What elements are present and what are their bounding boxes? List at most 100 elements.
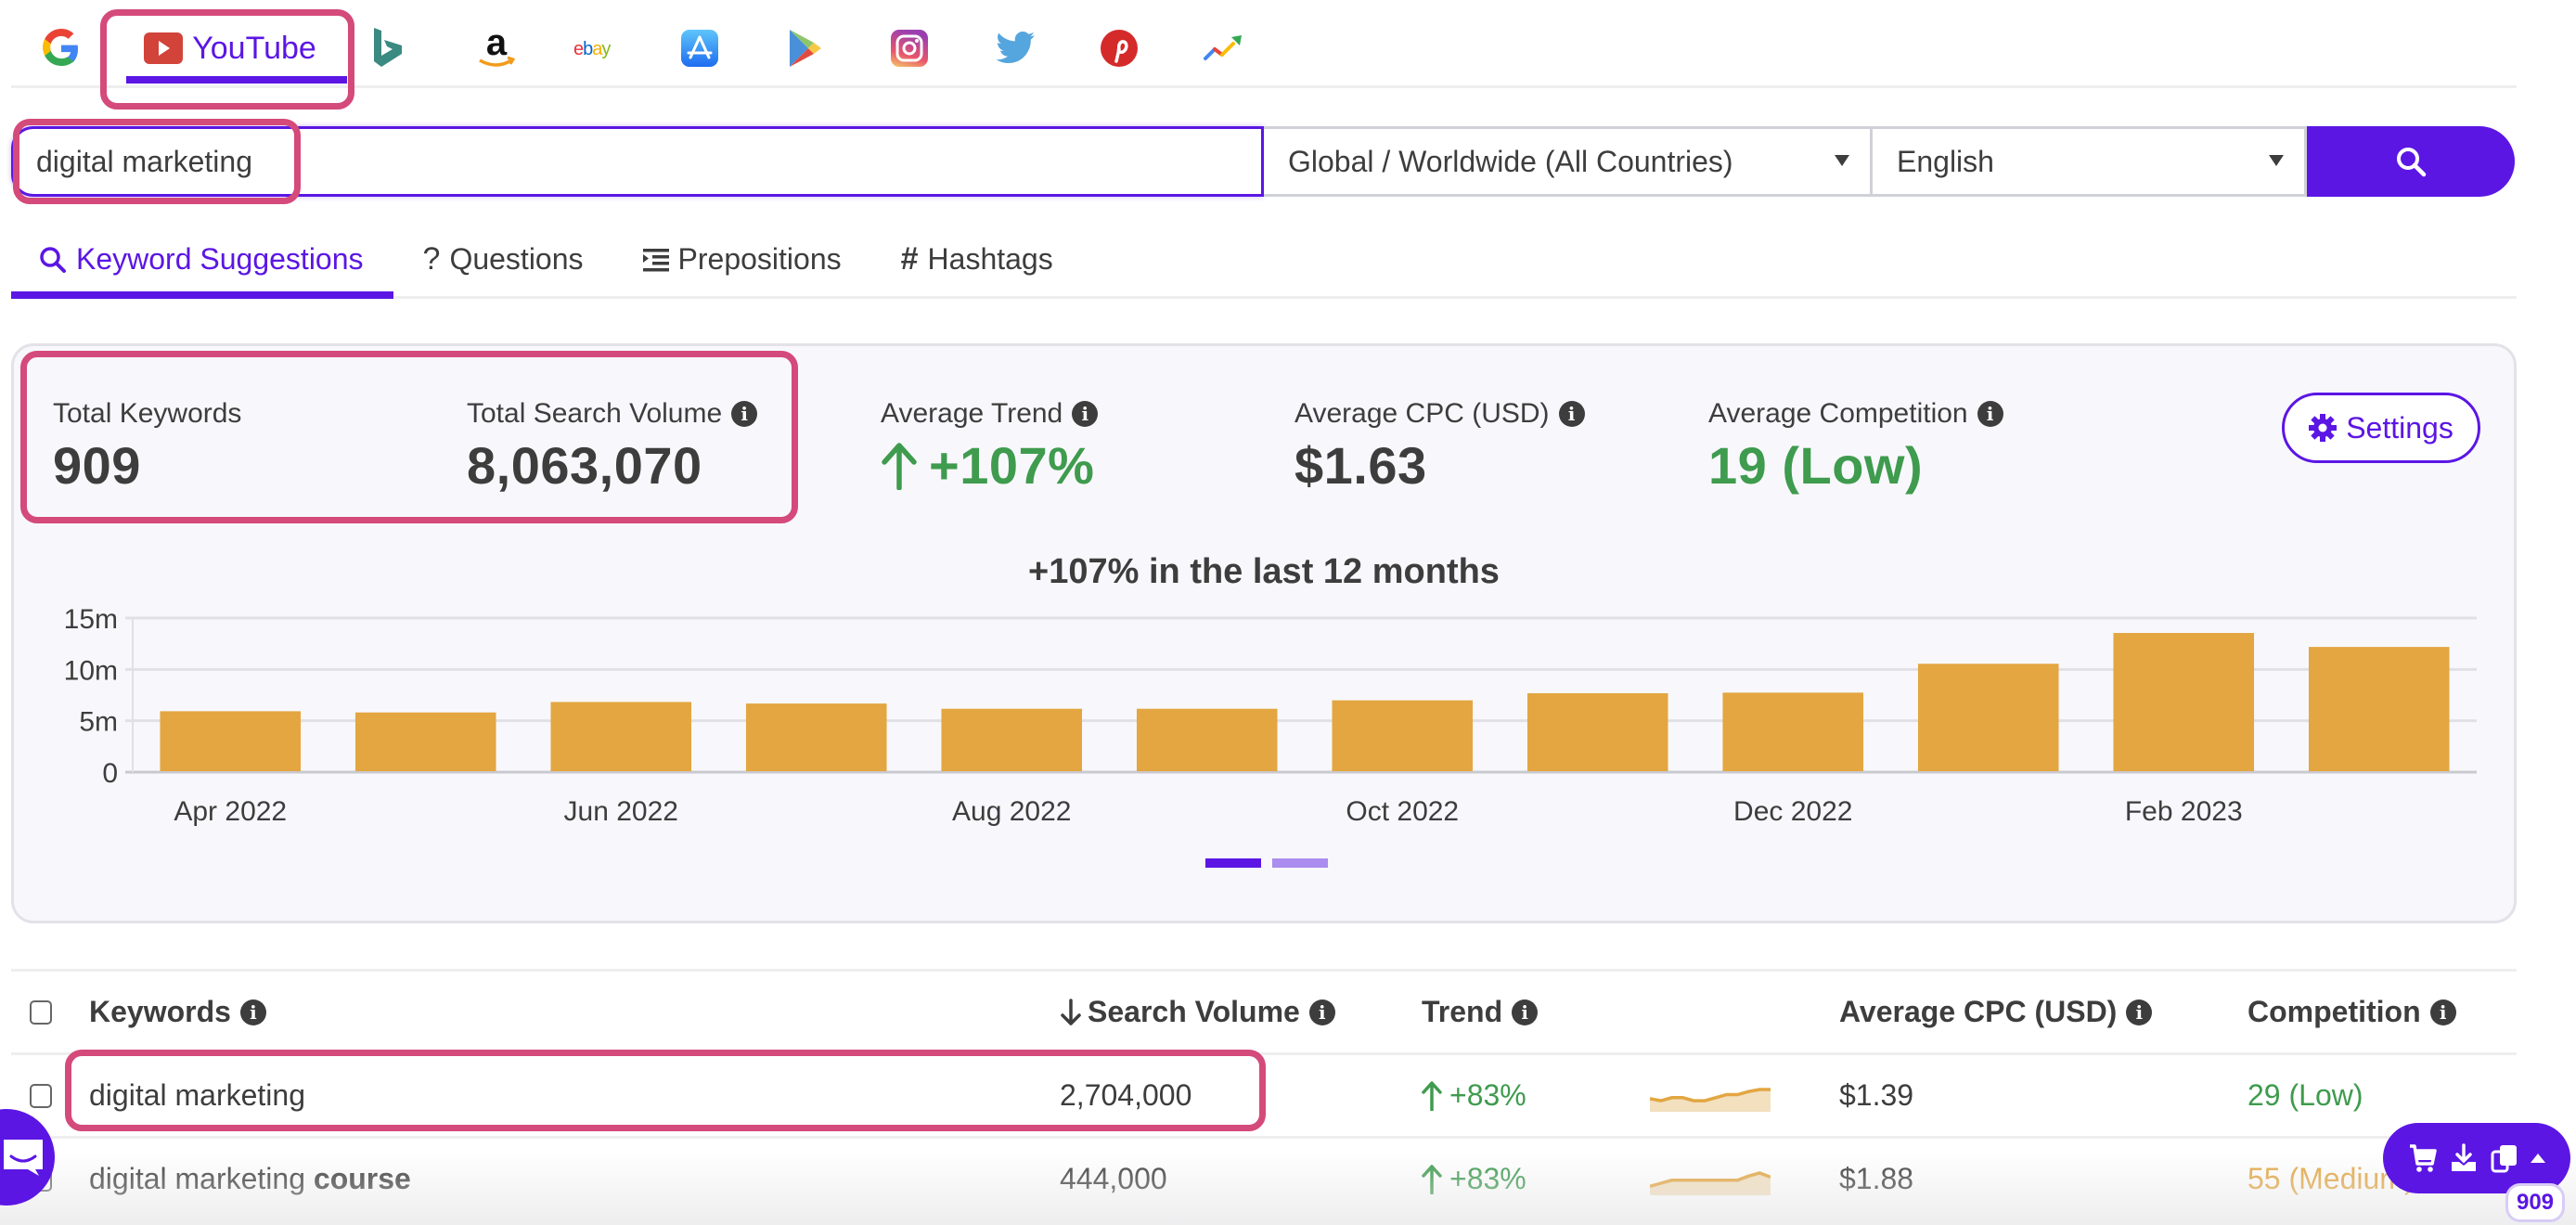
chart-pagination xyxy=(1205,858,1328,868)
amazon-icon: a xyxy=(479,25,516,67)
source-pinterest[interactable] xyxy=(1091,20,1147,76)
bar xyxy=(1722,692,1864,771)
info-icon[interactable]: i xyxy=(1308,999,1335,1025)
source-google[interactable] xyxy=(33,20,89,76)
chart-page-dot-1[interactable] xyxy=(1205,858,1261,868)
download-icon xyxy=(2452,1143,2477,1171)
y-tick-label: 10m xyxy=(64,655,118,686)
volume-cell: 444,000 xyxy=(1060,1162,1167,1195)
tab-prepositions[interactable]: Prepositions xyxy=(613,223,871,296)
chart-page-dot-2[interactable] xyxy=(1272,858,1328,868)
source-google-trends[interactable] xyxy=(1195,20,1251,76)
header-keywords[interactable]: Keywords i xyxy=(89,995,266,1029)
bar xyxy=(550,702,692,771)
source-instagram[interactable] xyxy=(882,20,937,76)
x-tick-label: Jun 2022 xyxy=(564,796,678,827)
y-tick-label: 5m xyxy=(79,707,118,738)
keywords-table: Keywords i Search Volume i Trend i Average … xyxy=(11,969,2517,1219)
keyword-text: digital marketing xyxy=(89,1162,305,1195)
svg-text:a: a xyxy=(486,25,508,63)
hashtag-icon: # xyxy=(900,241,919,277)
x-tick-label: Apr 2022 xyxy=(174,796,287,827)
question-icon: ? xyxy=(422,241,441,277)
arrow-up-icon xyxy=(1422,1164,1442,1194)
source-bar: YouTube a ebay xyxy=(11,0,2517,88)
arrow-up-icon xyxy=(1422,1080,1442,1111)
result-tabs: Keyword Suggestions ? Questions Preposit… xyxy=(11,223,2517,299)
row-checkbox[interactable] xyxy=(30,1083,52,1108)
app-store-icon xyxy=(681,30,718,67)
header-label: Keywords xyxy=(89,995,231,1028)
sparkline-cell xyxy=(1650,1164,1771,1195)
header-label: Search Volume xyxy=(1088,995,1300,1028)
search-icon xyxy=(40,246,66,273)
language-select[interactable]: English xyxy=(1873,126,2307,197)
keyword-cell[interactable]: digital marketing course xyxy=(89,1162,411,1196)
table-row[interactable]: digital marketing course 444,000 +83% $1… xyxy=(11,1136,2517,1219)
search-button[interactable] xyxy=(2307,126,2515,197)
tab-keyword-suggestions[interactable]: Keyword Suggestions xyxy=(11,223,393,299)
caret-down-icon xyxy=(1835,155,1849,166)
info-icon[interactable]: i xyxy=(2429,999,2456,1025)
bar xyxy=(745,703,887,771)
pinterest-icon xyxy=(1101,30,1138,67)
keyword-count-badge: 909 xyxy=(2505,1183,2565,1222)
info-icon[interactable]: i xyxy=(239,999,266,1025)
keyword-input[interactable] xyxy=(11,126,1264,197)
stats-card: Total Keywords 909 Total Search Volume i … xyxy=(11,343,2517,923)
info-icon[interactable]: i xyxy=(1512,999,1539,1025)
header-trend[interactable]: Trend i xyxy=(1422,995,1539,1029)
keyword-cell[interactable]: digital marketing xyxy=(89,1078,305,1113)
trend-cell: +83% xyxy=(1422,1162,1526,1196)
header-competition[interactable]: Competition i xyxy=(2248,995,2456,1029)
bar xyxy=(941,708,1083,771)
cpc-cell: $1.39 xyxy=(1839,1078,1914,1112)
tab-questions[interactable]: ? Questions xyxy=(393,223,613,296)
tab-label: Prepositions xyxy=(677,242,842,276)
trend-value: +83% xyxy=(1449,1078,1526,1112)
trend-value: +83% xyxy=(1449,1162,1526,1195)
tab-hashtags[interactable]: # Hashtags xyxy=(871,223,1083,296)
language-value: English xyxy=(1897,144,1994,178)
header-label: Trend xyxy=(1422,995,1503,1028)
caret-up-icon xyxy=(2530,1154,2545,1163)
header-cpc[interactable]: Average CPC (USD) i xyxy=(1839,995,2153,1029)
y-tick-label: 0 xyxy=(102,758,118,789)
country-select[interactable]: Global / Worldwide (All Countries) xyxy=(1264,126,1873,197)
source-amazon[interactable]: a xyxy=(464,20,529,76)
svg-text:ebay: ebay xyxy=(573,39,611,59)
source-twitter[interactable] xyxy=(987,20,1043,76)
tab-label: Hashtags xyxy=(927,242,1053,276)
google-icon xyxy=(43,29,78,66)
source-youtube[interactable]: YouTube xyxy=(115,20,345,76)
header-label: Average CPC (USD) xyxy=(1839,995,2118,1028)
sparkline xyxy=(1650,1170,1771,1195)
youtube-label: YouTube xyxy=(192,30,316,66)
source-bing[interactable] xyxy=(360,20,416,76)
bar xyxy=(160,711,302,771)
source-ebay[interactable]: ebay xyxy=(566,20,631,76)
source-app-store[interactable] xyxy=(672,20,728,76)
bar xyxy=(1917,664,2059,771)
cpc-cell: $1.88 xyxy=(1839,1162,1914,1195)
bing-icon xyxy=(374,28,402,67)
bar xyxy=(2113,633,2255,771)
google-play-icon xyxy=(790,30,821,67)
sort-desc-arrow-icon xyxy=(1061,998,1081,1025)
x-tick-label: Aug 2022 xyxy=(952,796,1071,827)
active-source-underline xyxy=(126,76,347,84)
bar xyxy=(1526,693,1668,771)
bar xyxy=(1136,708,1278,771)
search-icon xyxy=(2397,148,2427,177)
cart-icon xyxy=(2410,1144,2437,1172)
select-all-checkbox[interactable] xyxy=(30,999,52,1025)
trend-bar-chart: 0 5m 10m 15m Apr 2022 Jun 2022 Aug 2022 Oct 202… xyxy=(64,604,2477,827)
competition-cell: 29 (Low) xyxy=(2248,1078,2363,1112)
bar xyxy=(1332,700,1474,771)
header-search-volume[interactable]: Search Volume i xyxy=(1060,995,1335,1029)
table-row[interactable]: digital marketing 2,704,000 +83% $1.39 2… xyxy=(11,1052,2517,1136)
info-icon[interactable]: i xyxy=(2126,999,2153,1025)
chat-icon xyxy=(4,1140,43,1176)
trend-cell: +83% xyxy=(1422,1078,1526,1113)
source-google-play[interactable] xyxy=(778,20,833,76)
